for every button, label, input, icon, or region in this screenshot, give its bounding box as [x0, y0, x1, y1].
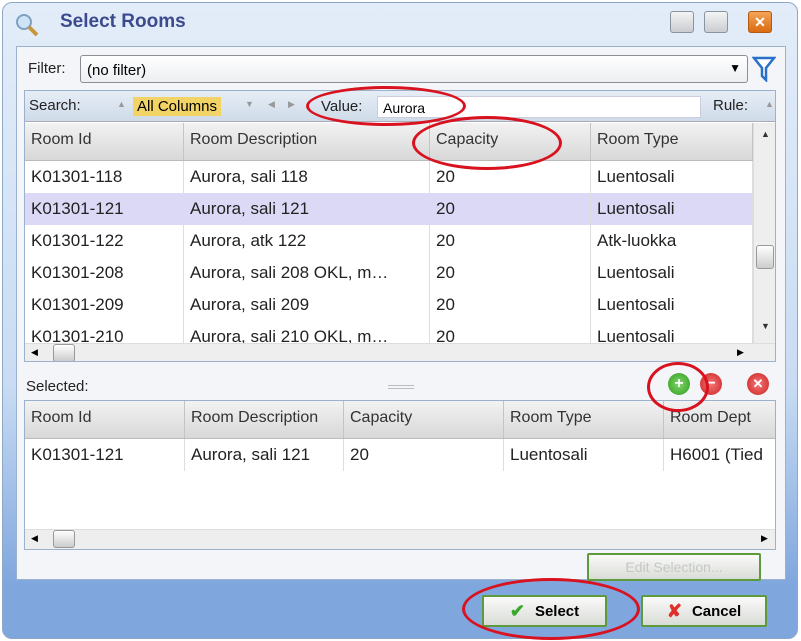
rule-label: Rule:: [713, 97, 749, 114]
arrow-left-icon[interactable]: ◀: [31, 533, 38, 544]
cancel-label: Cancel: [691, 602, 742, 620]
cell: Luentosali: [591, 193, 753, 225]
cell: Aurora, sali 208 OKL, m…: [184, 257, 430, 289]
cross-icon: ✘: [666, 600, 682, 621]
vertical-scrollbar[interactable]: ▲ ▼: [753, 123, 775, 343]
arrow-down-icon[interactable]: ▼: [761, 321, 770, 331]
filter-dropdown[interactable]: (no filter) ▼: [80, 55, 748, 83]
arrow-left-icon[interactable]: ◀: [268, 99, 275, 110]
cell: Aurora, atk 122: [184, 225, 430, 257]
table-row[interactable]: K01301-122 Aurora, atk 122 20 Atk-luokka: [25, 225, 753, 257]
table-row[interactable]: K01301-121 Aurora, sali 121 20 Luentosal…: [25, 439, 775, 471]
column-header[interactable]: Capacity: [344, 401, 504, 438]
cell: Aurora, sali 209: [184, 289, 430, 321]
cell: Luentosali: [591, 289, 753, 321]
cell: Aurora, sali 121: [184, 193, 430, 225]
arrow-left-icon[interactable]: ◀: [31, 347, 38, 358]
annotation-ellipse: [306, 86, 466, 126]
column-header[interactable]: Room Description: [185, 401, 344, 438]
arrow-right-icon[interactable]: ▶: [288, 99, 295, 110]
selected-label: Selected:: [26, 378, 89, 395]
magnifier-icon: [16, 14, 39, 37]
scroll-thumb[interactable]: [53, 344, 75, 361]
cell: K01301-121: [25, 439, 185, 471]
arrow-up-icon[interactable]: ▲: [765, 99, 774, 109]
table-row[interactable]: K01301-209 Aurora, sali 209 20 Luentosali: [25, 289, 753, 321]
arrow-up-icon[interactable]: ▲: [117, 99, 126, 109]
edit-selection-button[interactable]: Edit Selection...: [587, 553, 761, 581]
funnel-icon[interactable]: [752, 56, 776, 82]
search-label: Search:: [29, 97, 81, 114]
cell: K01301-121: [25, 193, 184, 225]
cell: 20: [430, 225, 591, 257]
cell: K01301-209: [25, 289, 184, 321]
column-header[interactable]: Room Id: [25, 401, 185, 438]
horizontal-scrollbar[interactable]: ◀ ▶: [25, 343, 775, 361]
selected-grid: Room Id Room Description Capacity Room T…: [24, 400, 776, 550]
cancel-button[interactable]: ✘ Cancel: [641, 595, 767, 627]
window-title: Select Rooms: [60, 11, 186, 32]
minimize-button[interactable]: [670, 11, 694, 33]
cell: Atk-luokka: [591, 225, 753, 257]
cell: 20: [344, 439, 504, 471]
arrow-down-icon[interactable]: ▼: [245, 99, 254, 109]
cell: Aurora, sali 118: [184, 161, 430, 193]
splitter-handle[interactable]: [388, 385, 414, 389]
maximize-button[interactable]: [704, 11, 728, 33]
close-button[interactable]: ✕: [748, 11, 772, 33]
cell: H6001 (Tied: [670, 445, 763, 464]
cell: K01301-122: [25, 225, 184, 257]
cell: K01301-118: [25, 161, 184, 193]
table-row[interactable]: K01301-118 Aurora, sali 118 20 Luentosali: [25, 161, 753, 193]
cell: Aurora, sali 121: [185, 439, 344, 471]
cell: 20: [430, 289, 591, 321]
cell: Luentosali: [504, 439, 664, 471]
cell: K01301-208: [25, 257, 184, 289]
arrow-right-icon[interactable]: ▶: [737, 347, 744, 358]
column-header[interactable]: Room Type: [504, 401, 664, 438]
annotation-ellipse: [647, 362, 709, 412]
scroll-thumb[interactable]: [756, 245, 774, 269]
filter-value: (no filter): [87, 62, 147, 79]
filter-label: Filter:: [28, 60, 66, 77]
scroll-thumb[interactable]: [53, 530, 75, 548]
rooms-grid: Search: ▲ All Columns ▼ ◀ ▶ Value: Auror…: [24, 90, 776, 362]
arrow-right-icon[interactable]: ▶: [761, 533, 768, 544]
table-row[interactable]: K01301-121 Aurora, sali 121 20 Luentosali: [25, 193, 753, 225]
arrow-up-icon[interactable]: ▲: [761, 129, 770, 139]
chevron-down-icon: ▼: [729, 61, 741, 75]
column-header[interactable]: Room Description: [184, 123, 430, 160]
cell: Luentosali: [591, 257, 753, 289]
edit-selection-label: Edit Selection...: [625, 559, 723, 575]
annotation-ellipse: [412, 116, 562, 170]
clear-all-icon[interactable]: ✕: [747, 373, 769, 395]
grid-header: Room Id Room Description Capacity Room T…: [25, 123, 753, 161]
search-column-selector[interactable]: All Columns: [133, 97, 222, 116]
column-header[interactable]: Room Id: [25, 123, 184, 160]
column-header[interactable]: Room Type: [591, 123, 753, 160]
table-row[interactable]: K01301-208 Aurora, sali 208 OKL, m… 20 Luen…: [25, 257, 753, 289]
annotation-ellipse: [462, 578, 640, 640]
cell: Luentosali: [591, 161, 753, 193]
cell: 20: [430, 257, 591, 289]
cell: 20: [430, 193, 591, 225]
horizontal-scrollbar[interactable]: ◀ ▶: [25, 529, 775, 549]
